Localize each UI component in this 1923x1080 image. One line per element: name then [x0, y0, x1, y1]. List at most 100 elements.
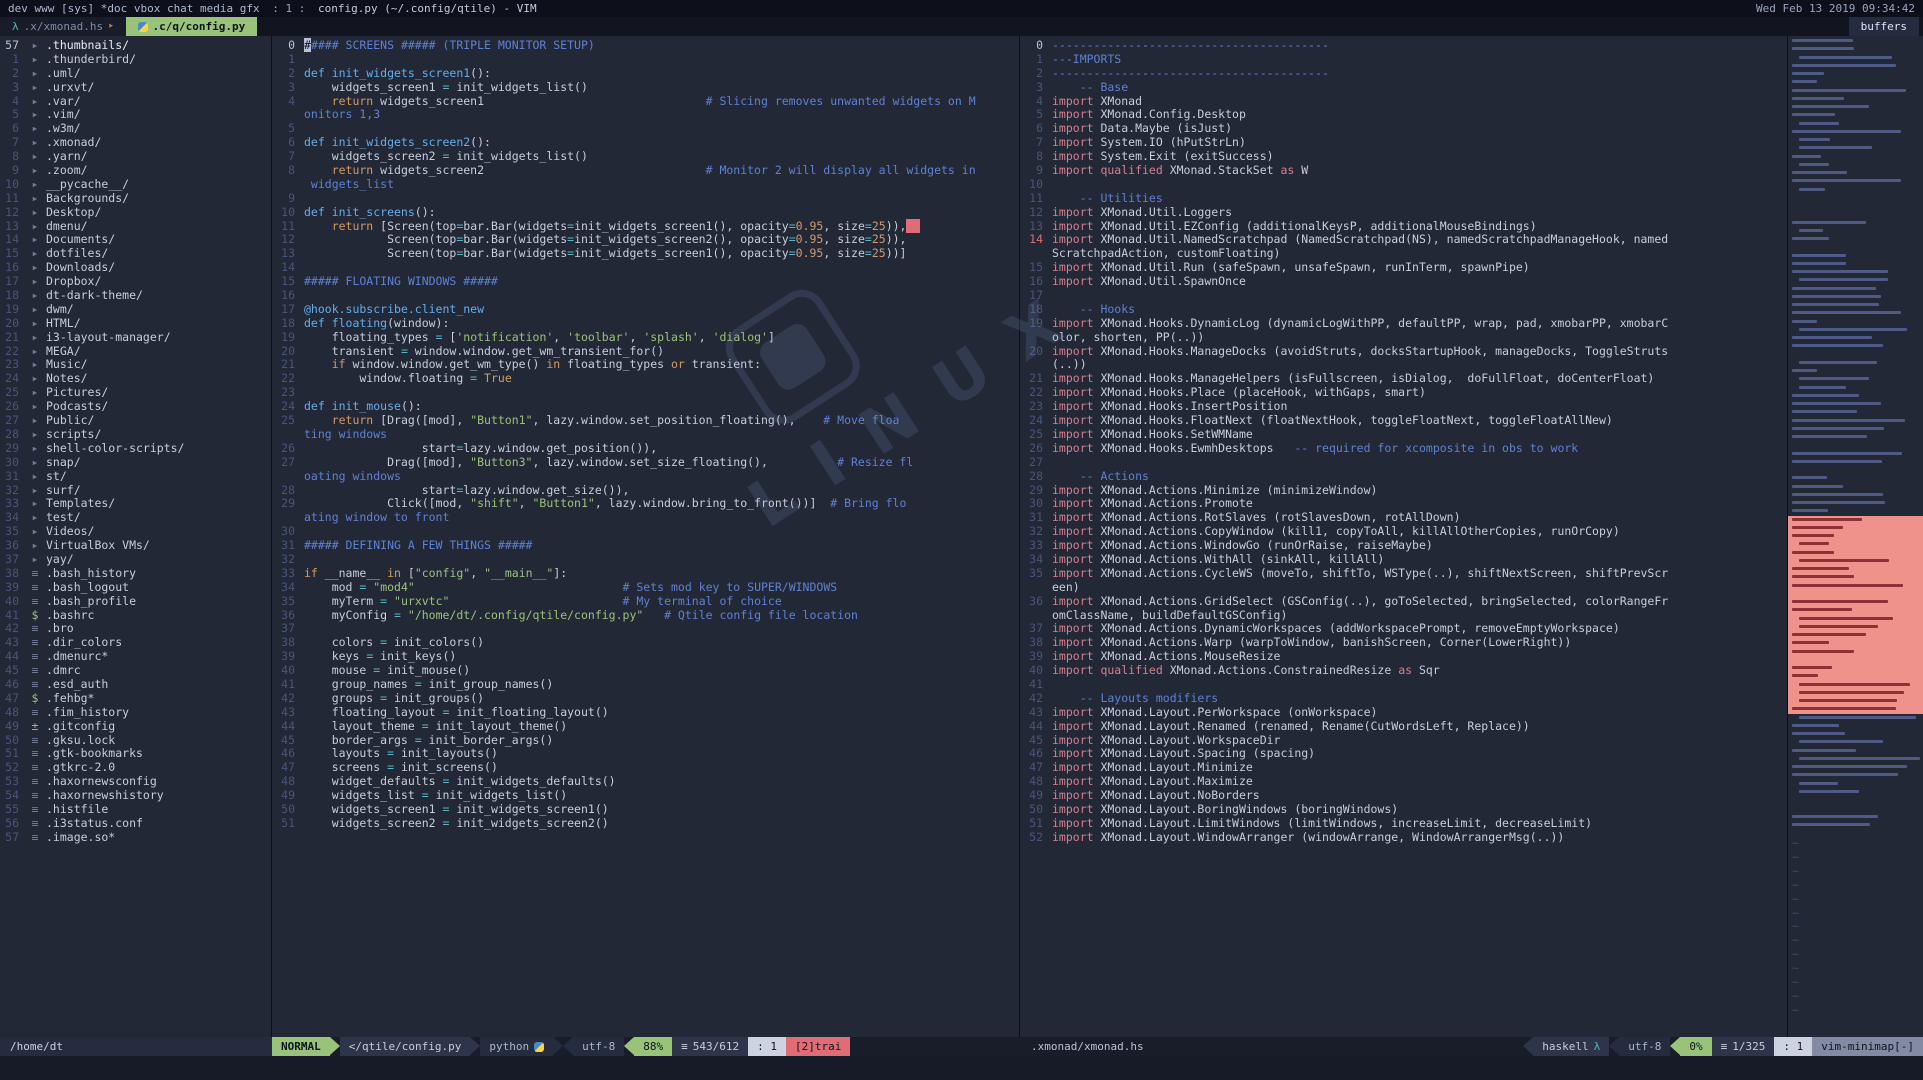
code-line[interactable]: olor, shorten, PP(..)): [1020, 331, 1787, 345]
code-line[interactable]: 40 mouse = init_mouse(): [272, 664, 1019, 678]
minimap-rows[interactable]: [1788, 37, 1923, 829]
minimap-line[interactable]: [1788, 367, 1923, 375]
minimap-line[interactable]: [1788, 433, 1923, 441]
code-line[interactable]: 41: [1020, 678, 1787, 692]
code-line[interactable]: 6import Data.Maybe (isJust): [1020, 122, 1787, 136]
tree-item[interactable]: 19▸dwm/: [0, 303, 271, 317]
tree-item[interactable]: 43≡.dir_colors: [0, 636, 271, 650]
minimap-line[interactable]: [1788, 474, 1923, 482]
minimap-line[interactable]: [1788, 582, 1923, 590]
minimap-line[interactable]: [1788, 483, 1923, 491]
tree-item[interactable]: 2▸.uml/: [0, 67, 271, 81]
code-line[interactable]: 44 layout_theme = init_layout_theme(): [272, 720, 1019, 734]
minimap-line[interactable]: [1788, 45, 1923, 53]
code-line[interactable]: 20import XMonad.Hooks.ManageDocks (avoid…: [1020, 345, 1787, 359]
minimap-line[interactable]: [1788, 202, 1923, 210]
tree-item[interactable]: 27▸Public/: [0, 414, 271, 428]
tree-item[interactable]: 20▸HTML/: [0, 317, 271, 331]
minimap-line[interactable]: [1788, 342, 1923, 350]
code-line[interactable]: ating window to front: [272, 511, 1019, 525]
minimap-line[interactable]: [1788, 466, 1923, 474]
wm-workspace-tags[interactable]: dev www [sys] *doc vbox chat media gfx: [8, 2, 260, 15]
code-line[interactable]: 25 return [Drag([mod], "Button1", lazy.w…: [272, 414, 1019, 428]
minimap-line[interactable]: [1788, 268, 1923, 276]
code-line[interactable]: (..)): [1020, 358, 1787, 372]
code-line[interactable]: 20 transient = window.window.get_wm_tran…: [272, 345, 1019, 359]
tree-item[interactable]: 51≡.gtk-bookmarks: [0, 747, 271, 761]
code-line[interactable]: 32import XMonad.Actions.CopyWindow (kill…: [1020, 525, 1787, 539]
tree-item[interactable]: 1▸.thunderbird/: [0, 53, 271, 67]
code-line[interactable]: 21 if window.window.get_wm_type() in flo…: [272, 358, 1019, 372]
code-line[interactable]: 1---IMPORTS: [1020, 53, 1787, 67]
code-line[interactable]: 1: [272, 53, 1019, 67]
tree-item[interactable]: 11▸Backgrounds/: [0, 192, 271, 206]
code-line[interactable]: 38import XMonad.Actions.Warp (warpToWind…: [1020, 636, 1787, 650]
code-line[interactable]: 14import XMonad.Util.NamedScratchpad (Na…: [1020, 233, 1787, 247]
tree-item[interactable]: 16▸Downloads/: [0, 261, 271, 275]
tree-item[interactable]: 17▸Dropbox/: [0, 275, 271, 289]
minimap-line[interactable]: [1788, 648, 1923, 656]
tree-item[interactable]: 10▸__pycache__/: [0, 178, 271, 192]
code-line[interactable]: 43import XMonad.Layout.PerWorkspace (onW…: [1020, 706, 1787, 720]
minimap-line[interactable]: [1788, 227, 1923, 235]
tree-item[interactable]: 24▸Notes/: [0, 372, 271, 386]
code-line[interactable]: 0---------------------------------------…: [1020, 39, 1787, 53]
minimap-line[interactable]: [1788, 120, 1923, 128]
code-line[interactable]: 52import XMonad.Layout.WindowArranger (w…: [1020, 831, 1787, 845]
tree-item[interactable]: 31▸st/: [0, 470, 271, 484]
code-line[interactable]: 26 start=lazy.window.get_position()),: [272, 442, 1019, 456]
minimap-line[interactable]: [1788, 235, 1923, 243]
code-line[interactable]: 7import System.IO (hPutStrLn): [1020, 136, 1787, 150]
minimap-line[interactable]: [1788, 540, 1923, 548]
minimap-line[interactable]: [1788, 689, 1923, 697]
tree-item[interactable]: 26▸Podcasts/: [0, 400, 271, 414]
code-line[interactable]: 2---------------------------------------…: [1020, 67, 1787, 81]
minimap-line[interactable]: [1788, 763, 1923, 771]
tree-item[interactable]: 15▸dotfiles/: [0, 247, 271, 261]
minimap-line[interactable]: [1788, 293, 1923, 301]
minimap-line[interactable]: [1788, 755, 1923, 763]
code-line[interactable]: 15##### FLOATING WINDOWS #####: [272, 275, 1019, 289]
minimap-line[interactable]: [1788, 672, 1923, 680]
xmonad-hs-window[interactable]: 0---------------------------------------…: [1020, 36, 1788, 1037]
code-line[interactable]: 46 layouts = init_layouts(): [272, 747, 1019, 761]
minimap-line[interactable]: [1788, 136, 1923, 144]
minimap-line[interactable]: [1788, 590, 1923, 598]
code-line[interactable]: 36import XMonad.Actions.GridSelect (GSCo…: [1020, 595, 1787, 609]
tree-item[interactable]: 35▸Videos/: [0, 525, 271, 539]
tree-item[interactable]: 56≡.i3status.conf: [0, 817, 271, 831]
code-line[interactable]: 42 groups = init_groups(): [272, 692, 1019, 706]
code-line[interactable]: 5: [272, 122, 1019, 136]
minimap-line[interactable]: [1788, 821, 1923, 829]
tree-item[interactable]: 44≡.dmenurc*: [0, 650, 271, 664]
code-line[interactable]: 23import XMonad.Hooks.InsertPosition: [1020, 400, 1787, 414]
code-line[interactable]: 44import XMonad.Layout.Renamed (renamed,…: [1020, 720, 1787, 734]
code-line[interactable]: 18def floating(window):: [272, 317, 1019, 331]
code-line[interactable]: 11 return [Screen(top=bar.Bar(widgets=in…: [272, 220, 1019, 234]
minimap-line[interactable]: [1788, 326, 1923, 334]
minimap-line[interactable]: [1788, 334, 1923, 342]
minimap-line[interactable]: [1788, 70, 1923, 78]
minimap-line[interactable]: [1788, 285, 1923, 293]
code-line[interactable]: 9import qualified XMonad.StackSet as W: [1020, 164, 1787, 178]
minimap-line[interactable]: [1788, 681, 1923, 689]
minimap-line[interactable]: [1788, 656, 1923, 664]
minimap-line[interactable]: [1788, 524, 1923, 532]
minimap-line[interactable]: [1788, 54, 1923, 62]
minimap-line[interactable]: [1788, 177, 1923, 185]
minimap-line[interactable]: [1788, 425, 1923, 433]
minimap-line[interactable]: [1788, 499, 1923, 507]
minimap-line[interactable]: [1788, 705, 1923, 713]
minimap-line[interactable]: [1788, 95, 1923, 103]
buffers-label[interactable]: buffers: [1849, 17, 1919, 36]
tree-item[interactable]: 57▸.thumbnails/: [0, 39, 271, 53]
minimap-line[interactable]: [1788, 747, 1923, 755]
code-line[interactable]: 47import XMonad.Layout.Minimize: [1020, 761, 1787, 775]
code-line[interactable]: 8import System.Exit (exitSuccess): [1020, 150, 1787, 164]
minimap-line[interactable]: [1788, 400, 1923, 408]
code-line[interactable]: 16import XMonad.Util.SpawnOnce: [1020, 275, 1787, 289]
code-line[interactable]: ScratchpadAction, customFloating): [1020, 247, 1787, 261]
tree-item[interactable]: 23▸Music/: [0, 358, 271, 372]
code-line[interactable]: 41 group_names = init_group_names(): [272, 678, 1019, 692]
tree-item[interactable]: 32▸surf/: [0, 484, 271, 498]
